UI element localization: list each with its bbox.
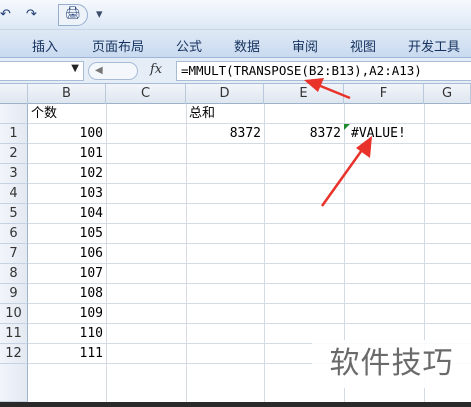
cell-b-value[interactable]: 105 xyxy=(28,224,106,244)
tab-data[interactable]: 数据 xyxy=(234,36,260,55)
cell-b-value[interactable]: 108 xyxy=(28,284,106,304)
column-header-g[interactable]: G xyxy=(424,84,471,104)
undo-icon[interactable]: ↶ xyxy=(0,6,22,24)
row-header[interactable]: 10 xyxy=(0,304,28,324)
watermark: 软件技巧 xyxy=(312,340,471,388)
column-header-f[interactable]: F xyxy=(344,84,424,104)
column-header-c[interactable]: C xyxy=(106,84,186,104)
cell-b-value[interactable]: 101 xyxy=(28,144,106,164)
row-header[interactable]: 6 xyxy=(0,224,28,244)
row-header[interactable]: 4 xyxy=(0,184,28,204)
chevron-down-icon[interactable]: ▼ xyxy=(71,63,79,74)
row-header[interactable] xyxy=(0,104,28,124)
cell-b-value[interactable]: 109 xyxy=(28,304,106,324)
tab-insert[interactable]: 插入 xyxy=(32,36,58,55)
quick-access-toolbar: ↶ ↷ 🖨 ▾ xyxy=(0,0,471,30)
print-preview-icon[interactable]: 🖨 xyxy=(58,4,88,26)
tab-developer[interactable]: 开发工具 xyxy=(408,36,460,55)
cell-b-value[interactable]: 103 xyxy=(28,184,106,204)
redo-icon[interactable]: ↷ xyxy=(26,6,48,24)
tab-view[interactable]: 视图 xyxy=(350,36,376,55)
row-header[interactable]: 5 xyxy=(0,204,28,224)
cell-b-header[interactable]: 个数 xyxy=(28,104,106,124)
row-header[interactable]: 12 xyxy=(0,344,28,364)
row-header[interactable]: 8 xyxy=(0,264,28,284)
column-header-e[interactable]: E xyxy=(264,84,344,104)
tab-page-layout[interactable]: 页面布局 xyxy=(92,36,144,55)
row-header[interactable]: 11 xyxy=(0,324,28,344)
formula-input[interactable]: =MMULT(TRANSPOSE(B2:B13),A2:A13) xyxy=(176,61,471,81)
cell-b-value[interactable]: 104 xyxy=(28,204,106,224)
row-header[interactable]: 1 xyxy=(0,124,28,144)
cell-f1-error[interactable]: #VALUE! xyxy=(348,124,424,144)
cell-b-value[interactable]: 111 xyxy=(28,344,106,364)
insert-function-button[interactable]: fx xyxy=(150,62,162,77)
cell-b-value[interactable]: 106 xyxy=(28,244,106,264)
error-indicator-icon[interactable] xyxy=(344,124,350,130)
ribbon-tabs: 插入 页面布局 公式 数据 审阅 视图 开发工具 xyxy=(0,30,471,58)
cell-d1-sum[interactable]: 8372 xyxy=(186,124,264,144)
cell-b-value[interactable]: 100 xyxy=(28,124,106,144)
expand-formula-icon[interactable]: ◀ xyxy=(88,62,138,80)
cell-e1-sum[interactable]: 8372 xyxy=(264,124,344,144)
row-header[interactable]: 7 xyxy=(0,244,28,264)
column-header-row: B C D E F G xyxy=(0,84,471,104)
cell-b-value[interactable]: 107 xyxy=(28,264,106,284)
customize-toolbar-icon[interactable]: ▾ xyxy=(96,6,108,24)
name-box[interactable]: ▼ xyxy=(0,61,84,81)
formula-bar: ▼ ◀ fx =MMULT(TRANSPOSE(B2:B13),A2:A13) xyxy=(0,58,471,84)
cell-b-value[interactable]: 110 xyxy=(28,324,106,344)
row-header[interactable]: 2 xyxy=(0,144,28,164)
grid-line xyxy=(264,104,265,407)
bottom-strip xyxy=(0,402,471,407)
tab-review[interactable]: 审阅 xyxy=(292,36,318,55)
formula-tools: ◀ fx xyxy=(88,61,174,81)
column-header-b[interactable]: B xyxy=(28,84,106,104)
column-header-d[interactable]: D xyxy=(186,84,264,104)
select-all-corner[interactable] xyxy=(0,84,28,104)
grid-line xyxy=(186,104,187,407)
row-header[interactable]: 9 xyxy=(0,284,28,304)
row-header[interactable]: 3 xyxy=(0,164,28,184)
grid-line xyxy=(106,104,107,407)
cell-b-value[interactable]: 102 xyxy=(28,164,106,184)
cell-d-header[interactable]: 总和 xyxy=(186,104,264,124)
tab-formulas[interactable]: 公式 xyxy=(176,36,202,55)
row-header[interactable] xyxy=(0,364,28,402)
